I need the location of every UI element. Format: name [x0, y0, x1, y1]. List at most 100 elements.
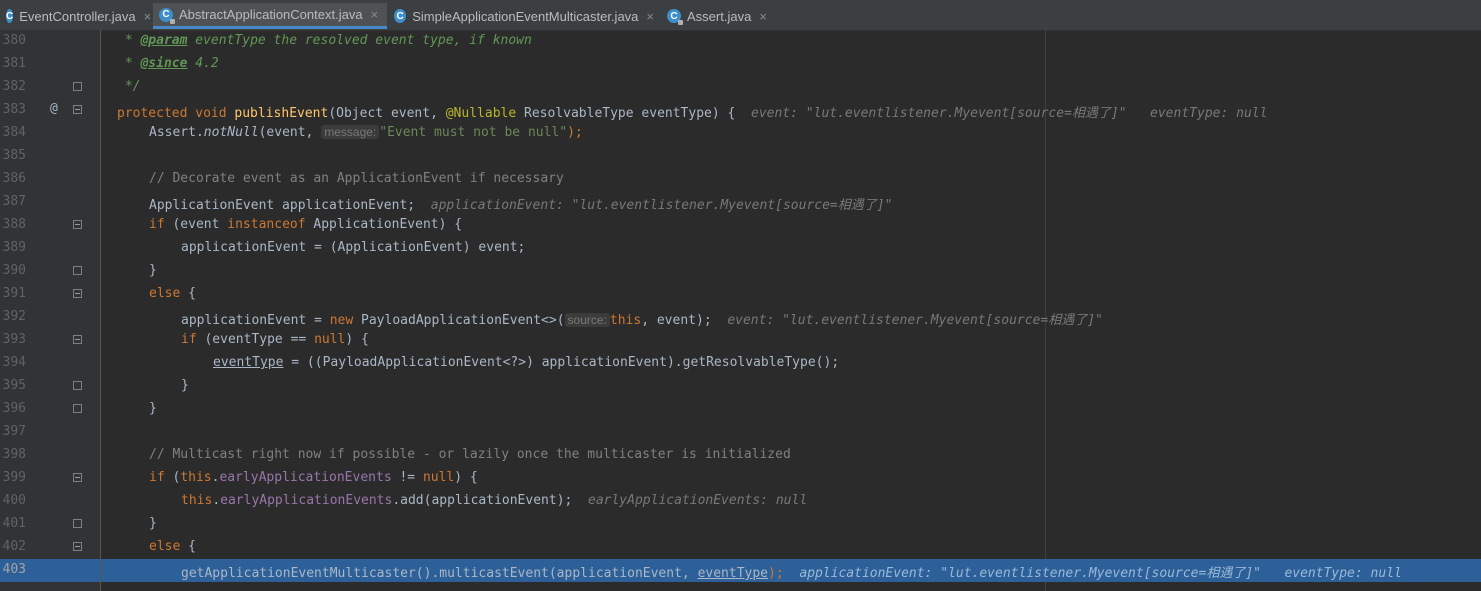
- fold-end-icon[interactable]: [73, 266, 82, 275]
- debug-inline-value: applicationEvent: "lut.eventlistener.Mye…: [430, 198, 893, 213]
- code-line: 398 // Multicast right now if possible -…: [0, 444, 1481, 467]
- code-line: 389 applicationEvent = (ApplicationEvent…: [0, 237, 1481, 260]
- tab-simpleapplicationeventmulticaster[interactable]: C SimpleApplicationEventMulticaster.java…: [388, 3, 660, 29]
- code-text[interactable]: }: [181, 378, 189, 393]
- line-number: 394: [2, 355, 26, 370]
- code-line: 394 eventType = ((PayloadApplicationEven…: [0, 352, 1481, 375]
- line-number: 398: [2, 447, 26, 462]
- fold-toggle-icon[interactable]: [73, 220, 82, 229]
- code-line: 383 @ protected void publishEvent(Object …: [0, 99, 1481, 122]
- line-number: 390: [2, 263, 26, 278]
- close-icon[interactable]: ×: [144, 9, 152, 24]
- line-number: 397: [2, 424, 26, 439]
- close-icon[interactable]: ×: [759, 9, 767, 24]
- code-line: 402 else {: [0, 536, 1481, 559]
- line-number: 392: [2, 309, 26, 324]
- line-number: 387: [2, 194, 26, 209]
- debug-inline-value: event: "lut.eventlistener.Myevent[source…: [751, 106, 1268, 121]
- code-text[interactable]: }: [149, 263, 157, 278]
- code-line: 390 }: [0, 260, 1481, 283]
- fold-toggle-icon[interactable]: [73, 473, 82, 482]
- code-text[interactable]: applicationEvent = (ApplicationEvent) ev…: [181, 240, 525, 255]
- close-icon[interactable]: ×: [371, 7, 379, 22]
- code-line: 385: [0, 145, 1481, 168]
- tab-abstractapplicationcontext[interactable]: C AbstractApplicationContext.java ×: [153, 3, 387, 29]
- fold-toggle-icon[interactable]: [73, 289, 82, 298]
- line-number: 402: [2, 539, 26, 554]
- line-number: 391: [2, 286, 26, 301]
- code-line: 397: [0, 421, 1481, 444]
- code-text[interactable]: if (eventType == null) {: [181, 332, 369, 347]
- code-text[interactable]: */: [117, 79, 141, 94]
- code-text[interactable]: }: [149, 401, 157, 416]
- code-text[interactable]: Assert.notNull(event, message: "Event mus…: [149, 125, 583, 140]
- code-editor[interactable]: 380 * @param eventType the resolved even…: [0, 30, 1481, 591]
- parameter-hint: source:: [564, 313, 610, 327]
- current-execution-line: 403 getApplicationEventMulticaster().mul…: [0, 559, 1481, 582]
- code-text[interactable]: ApplicationEvent applicationEvent; appli…: [149, 194, 892, 213]
- line-number: 381: [2, 56, 26, 71]
- fold-end-icon[interactable]: [73, 82, 82, 91]
- tab-eventcontroller[interactable]: C EventController.java ×: [0, 3, 152, 29]
- code-text[interactable]: else {: [149, 539, 196, 554]
- line-number: 389: [2, 240, 26, 255]
- code-text[interactable]: // Multicast right now if possible - or …: [149, 447, 791, 462]
- code-text[interactable]: if (event instanceof ApplicationEvent) {: [149, 217, 462, 232]
- gutter-separator: [100, 30, 101, 591]
- line-number: 388: [2, 217, 26, 232]
- java-class-icon: C: [6, 9, 14, 23]
- tab-assert[interactable]: C Assert.java ×: [661, 3, 779, 29]
- code-text[interactable]: // Decorate event as an ApplicationEvent…: [149, 171, 564, 186]
- code-line: 396 }: [0, 398, 1481, 421]
- fold-toggle-icon[interactable]: [73, 542, 82, 551]
- tab-label: AbstractApplicationContext.java: [179, 7, 363, 22]
- code-line: 381 * @since 4.2: [0, 53, 1481, 76]
- debug-inline-value: earlyApplicationEvents: null: [588, 493, 808, 508]
- fold-end-icon[interactable]: [73, 519, 82, 528]
- fold-toggle-icon[interactable]: [73, 105, 82, 114]
- code-text[interactable]: getApplicationEventMulticaster().multica…: [181, 562, 1402, 581]
- line-number: 403: [2, 562, 26, 577]
- code-text[interactable]: protected void publishEvent(Object event…: [117, 102, 1267, 121]
- code-line: 384 Assert.notNull(event, message: "Event…: [0, 122, 1481, 145]
- line-number: 386: [2, 171, 26, 186]
- editor-tab-bar: C EventController.java × C AbstractAppli…: [0, 0, 1481, 31]
- line-number: 399: [2, 470, 26, 485]
- code-line: 392 applicationEvent = new PayloadApplic…: [0, 306, 1481, 329]
- line-number: 382: [2, 79, 26, 94]
- abstract-class-icon: C: [667, 9, 683, 25]
- tab-label: EventController.java: [19, 8, 136, 24]
- code-line: 382 */: [0, 76, 1481, 99]
- tab-label: SimpleApplicationEventMulticaster.java: [412, 8, 639, 24]
- code-text[interactable]: eventType = ((PayloadApplicationEvent<?>…: [213, 355, 839, 370]
- line-number: 400: [2, 493, 26, 508]
- line-number: 393: [2, 332, 26, 347]
- code-line: 388 if (event instanceof ApplicationEven…: [0, 214, 1481, 237]
- debug-inline-value: event: "lut.eventlistener.Myevent[source…: [727, 313, 1103, 328]
- parameter-hint: message:: [321, 125, 380, 139]
- tab-label: Assert.java: [687, 8, 752, 24]
- fold-end-icon[interactable]: [73, 381, 82, 390]
- override-marker-icon[interactable]: @: [50, 101, 58, 116]
- fold-toggle-icon[interactable]: [73, 335, 82, 344]
- line-number: 395: [2, 378, 26, 393]
- abstract-class-icon: C: [159, 7, 175, 24]
- code-text[interactable]: * @param eventType the resolved event ty…: [117, 33, 532, 48]
- code-text[interactable]: }: [149, 516, 157, 531]
- code-line: 400 this.earlyApplicationEvents.add(appl…: [0, 490, 1481, 513]
- java-class-icon: C: [394, 9, 407, 23]
- code-text[interactable]: applicationEvent = new PayloadApplicatio…: [181, 309, 1103, 328]
- code-text[interactable]: * @since 4.2: [117, 56, 219, 71]
- code-text[interactable]: this.earlyApplicationEvents.add(applicat…: [181, 493, 807, 508]
- close-icon[interactable]: ×: [646, 9, 654, 24]
- fold-end-icon[interactable]: [73, 404, 82, 413]
- line-number: 383: [2, 102, 26, 117]
- line-number: 384: [2, 125, 26, 140]
- code-text[interactable]: else {: [149, 286, 196, 301]
- code-line: 387 ApplicationEvent applicationEvent; a…: [0, 191, 1481, 214]
- code-line: 395 }: [0, 375, 1481, 398]
- code-line: 393 if (eventType == null) {: [0, 329, 1481, 352]
- code-text[interactable]: if (this.earlyApplicationEvents != null)…: [149, 470, 478, 485]
- debug-inline-value: applicationEvent: "lut.eventlistener.Mye…: [799, 566, 1402, 581]
- code-line: 401 }: [0, 513, 1481, 536]
